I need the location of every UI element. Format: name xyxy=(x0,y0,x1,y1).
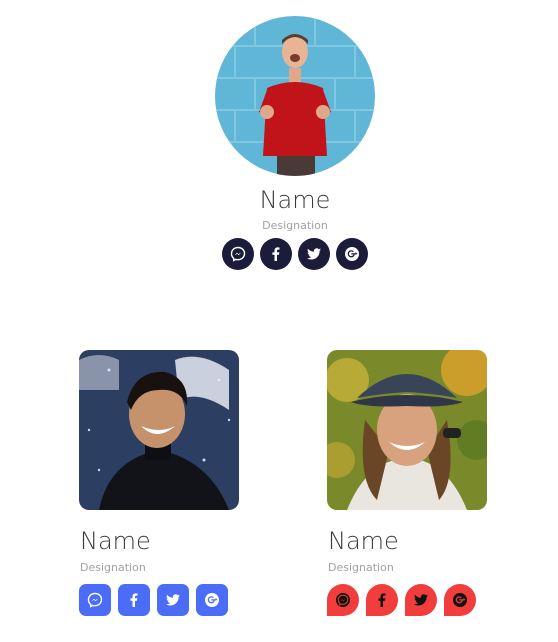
twitter-icon[interactable] xyxy=(405,584,437,616)
twitter-icon[interactable] xyxy=(298,238,330,270)
messenger-icon[interactable] xyxy=(327,584,359,616)
google-plus-icon[interactable] xyxy=(336,238,368,270)
member-photo xyxy=(215,16,375,176)
google-plus-icon[interactable] xyxy=(444,584,476,616)
member-designation: Designation xyxy=(80,561,146,574)
facebook-icon[interactable] xyxy=(118,584,150,616)
google-plus-icon[interactable] xyxy=(196,584,228,616)
social-links xyxy=(222,238,368,270)
member-designation: Designation xyxy=(262,219,328,232)
facebook-icon[interactable] xyxy=(366,584,398,616)
twitter-icon[interactable] xyxy=(157,584,189,616)
messenger-icon[interactable] xyxy=(79,584,111,616)
social-links xyxy=(327,584,476,616)
member-designation: Designation xyxy=(328,561,394,574)
member-photo xyxy=(327,350,487,510)
social-links xyxy=(79,584,228,616)
member-name: Name xyxy=(259,186,331,214)
member-name: Name xyxy=(80,527,151,555)
messenger-icon[interactable] xyxy=(222,238,254,270)
member-photo xyxy=(79,350,239,510)
facebook-icon[interactable] xyxy=(260,238,292,270)
member-name: Name xyxy=(328,527,399,555)
